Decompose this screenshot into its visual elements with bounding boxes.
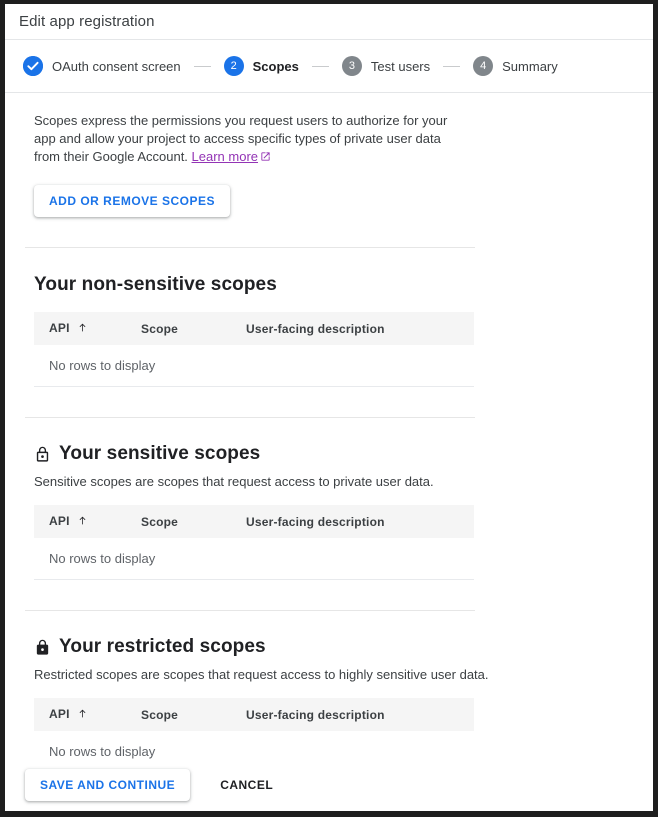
- cancel-button[interactable]: CANCEL: [206, 769, 287, 801]
- spacer-above-divider-2: [5, 387, 653, 417]
- learn-more-link[interactable]: Learn more: [192, 149, 271, 164]
- dialog-titlebar: Edit app registration: [5, 4, 653, 39]
- non-sensitive-scopes-table: API Scope User-facing description No row…: [34, 312, 474, 387]
- section-heading-label-restricted: Your restricted scopes: [59, 636, 266, 657]
- column-header-api[interactable]: API: [34, 698, 141, 731]
- add-or-remove-scopes-button[interactable]: ADD OR REMOVE SCOPES: [34, 185, 231, 217]
- column-header-api-label: API: [49, 321, 70, 335]
- step-oauth-consent-screen[interactable]: OAuth consent screen: [23, 56, 181, 76]
- column-header-api-label: API: [49, 514, 70, 528]
- section-description-restricted: Restricted scopes are scopes that reques…: [34, 667, 489, 682]
- column-header-scope[interactable]: Scope: [141, 698, 246, 731]
- stepper-connector-2: [311, 65, 329, 67]
- step-label-summary: Summary: [502, 58, 558, 74]
- column-header-scope[interactable]: Scope: [141, 505, 246, 538]
- sensitive-scopes-table: API Scope User-facing description No row…: [34, 505, 474, 580]
- edit-app-registration-dialog: Edit app registration OAuth consent scre…: [5, 4, 653, 811]
- no-rows-message: No rows to display: [34, 345, 474, 387]
- learn-more-label: Learn more: [191, 149, 259, 164]
- scopes-intro-text: Scopes express the permissions you reque…: [34, 112, 466, 167]
- table-row-empty: No rows to display: [34, 538, 474, 580]
- step-test-users[interactable]: 3 Test users: [341, 56, 431, 76]
- column-header-api[interactable]: API: [34, 312, 141, 345]
- sort-ascending-arrow-icon: [77, 515, 88, 529]
- step-scopes[interactable]: 2 Scopes: [223, 56, 299, 76]
- no-rows-message: No rows to display: [34, 538, 474, 580]
- column-header-description[interactable]: User-facing description: [246, 505, 474, 538]
- spacer-above-divider-1: [5, 217, 653, 247]
- table-row-empty: No rows to display: [34, 345, 474, 387]
- save-and-continue-button[interactable]: SAVE AND CONTINUE: [25, 769, 191, 801]
- step-number-badge-2: 2: [223, 56, 244, 76]
- non-sensitive-table-head: API Scope User-facing description: [34, 312, 474, 345]
- step-number-badge-4: 4: [473, 56, 494, 76]
- section-restricted-scopes: Your restricted scopes Restricted scopes…: [5, 611, 653, 773]
- section-sensitive-scopes: Your sensitive scopes Sensitive scopes a…: [5, 418, 653, 580]
- dialog-footer: SAVE AND CONTINUE CANCEL: [5, 759, 653, 811]
- lock-filled-icon: [34, 639, 51, 656]
- section-description-sensitive: Sensitive scopes are scopes that request…: [34, 474, 434, 489]
- section-title-sensitive: Your sensitive scopes: [34, 443, 635, 465]
- column-header-description[interactable]: User-facing description: [246, 698, 474, 731]
- non-sensitive-table-body: No rows to display: [34, 345, 474, 387]
- check-circle-icon: [23, 56, 43, 76]
- step-summary[interactable]: 4 Summary: [473, 56, 558, 76]
- table-header-row: API Scope User-facing description: [34, 505, 474, 538]
- page-title: Edit app registration: [19, 13, 155, 30]
- stepper-connector-3: [443, 65, 461, 67]
- sensitive-table-head: API Scope User-facing description: [34, 505, 474, 538]
- dialog-body: Scopes express the permissions you reque…: [5, 112, 653, 773]
- step-label-oauth-consent-screen: OAuth consent screen: [52, 58, 181, 74]
- spacer-above-divider-3: [5, 580, 653, 610]
- column-header-api[interactable]: API: [34, 505, 141, 538]
- column-header-api-label: API: [49, 707, 70, 721]
- open-in-new-icon: [260, 149, 271, 167]
- stepper-connector-1: [193, 65, 211, 67]
- step-number-badge-3: 3: [341, 56, 362, 76]
- column-header-scope[interactable]: Scope: [141, 312, 246, 345]
- section-heading-label-non-sensitive: Your non-sensitive scopes: [34, 274, 277, 295]
- add-remove-scopes-row: ADD OR REMOVE SCOPES: [34, 185, 635, 217]
- sort-ascending-arrow-icon: [77, 322, 88, 336]
- sort-ascending-arrow-icon: [77, 708, 88, 722]
- table-header-row: API Scope User-facing description: [34, 312, 474, 345]
- lock-outline-icon: [34, 446, 51, 463]
- section-non-sensitive-scopes: Your non-sensitive scopes API Scope User…: [5, 248, 653, 387]
- step-label-scopes: Scopes: [252, 58, 299, 74]
- screenshot-frame: Edit app registration OAuth consent scre…: [0, 0, 658, 817]
- table-header-row: API Scope User-facing description: [34, 698, 474, 731]
- section-title-restricted: Your restricted scopes: [34, 636, 635, 658]
- restricted-table-head: API Scope User-facing description: [34, 698, 474, 731]
- section-title-non-sensitive: Your non-sensitive scopes: [34, 274, 635, 296]
- section-heading-label-sensitive: Your sensitive scopes: [59, 443, 261, 464]
- wizard-stepper: OAuth consent screen 2 Scopes 3 Test use…: [5, 39, 653, 93]
- sensitive-table-body: No rows to display: [34, 538, 474, 580]
- column-header-description[interactable]: User-facing description: [246, 312, 474, 345]
- step-label-test-users: Test users: [370, 58, 431, 74]
- intro-block: Scopes express the permissions you reque…: [5, 112, 653, 217]
